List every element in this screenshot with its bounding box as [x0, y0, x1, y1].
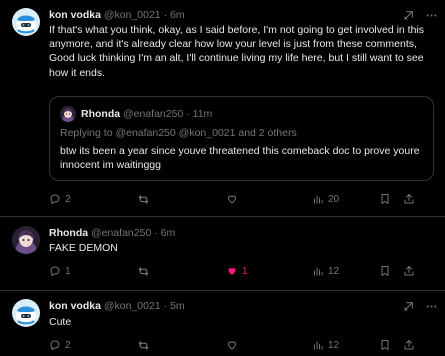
quote-avatar: [60, 106, 76, 122]
repost-icon: [137, 339, 150, 352]
author-name[interactable]: kon vodka: [49, 300, 101, 312]
replying-to: Replying to @enafan250 @kon_0021 and 2 o…: [60, 127, 297, 139]
grok-icon[interactable]: [402, 300, 415, 313]
separator-dot: ·: [163, 9, 168, 21]
avatar[interactable]: [12, 226, 40, 254]
post-header: Rhonda @enafan250 · 6m: [49, 226, 175, 240]
author-handle[interactable]: @enafan250: [91, 227, 151, 239]
share-button[interactable]: [403, 339, 415, 351]
avatar[interactable]: [12, 299, 40, 327]
post-text: If that's what you think, okay, as I sai…: [49, 24, 425, 79]
reply-icon: [49, 339, 61, 351]
bookmark-button[interactable]: [379, 265, 391, 277]
like-icon: [226, 339, 238, 351]
reply-count: 2: [65, 193, 71, 205]
avatar-kon-icon: [12, 8, 40, 36]
bookmark-icon: [379, 193, 391, 205]
repost-button[interactable]: [137, 265, 154, 278]
avatar-kon-icon: [12, 299, 40, 327]
avatar[interactable]: [12, 8, 40, 36]
action-bar: 2 20: [49, 193, 429, 209]
action-bar: 1 1 12: [49, 265, 429, 281]
author-handle[interactable]: @kon_0021: [104, 9, 161, 21]
share-button[interactable]: [403, 193, 415, 205]
post-menu: [402, 300, 438, 313]
share-icon: [403, 193, 415, 205]
more-icon[interactable]: [425, 9, 438, 22]
views-count: 12: [328, 339, 340, 351]
author-handle[interactable]: @kon_0021: [104, 300, 161, 312]
post-text: FAKE DEMON: [49, 242, 118, 254]
separator-dot: ·: [154, 227, 158, 239]
reply-count: 1: [65, 265, 71, 277]
reply-count: 2: [65, 339, 71, 351]
reply-button[interactable]: 2: [49, 193, 71, 205]
share-button[interactable]: [403, 265, 415, 277]
reply-icon: [49, 193, 61, 205]
more-icon[interactable]: [425, 300, 438, 313]
repost-button[interactable]: [137, 193, 154, 206]
like-button[interactable]: 1: [226, 265, 248, 277]
avatar-rhonda-icon: [12, 226, 40, 254]
views-count: 12: [328, 265, 340, 277]
quote-author-name: Rhonda: [81, 108, 121, 120]
bookmark-button[interactable]: [379, 339, 391, 351]
post-header: kon vodka @kon_0021 · 6m: [49, 8, 185, 22]
reply-button[interactable]: 2: [49, 339, 71, 351]
bookmark-icon: [379, 339, 391, 351]
repost-button[interactable]: [137, 339, 154, 352]
timestamp[interactable]: 5m: [170, 300, 185, 312]
avatar-rhonda-icon: [60, 106, 76, 122]
views-button[interactable]: 12: [312, 265, 339, 277]
share-icon: [403, 339, 415, 351]
quote-text: btw its been a year since youve threaten…: [60, 145, 420, 172]
post-rhonda[interactable]: Rhonda @enafan250 · 6m FAKE DEMON 1 1 12: [0, 217, 445, 290]
separator-dot: ·: [186, 108, 190, 120]
like-count: 1: [242, 265, 248, 277]
quoted-post[interactable]: Rhonda @enafan250 · 11m Replying to @ena…: [49, 96, 434, 181]
bookmark-button[interactable]: [379, 193, 391, 205]
views-button[interactable]: 12: [312, 339, 339, 351]
repost-icon: [137, 193, 150, 206]
post-kon-1[interactable]: kon vodka @kon_0021 · 6m If that's what …: [0, 0, 445, 216]
views-icon: [312, 193, 324, 205]
like-button[interactable]: [226, 339, 242, 351]
post-header: kon vodka @kon_0021 · 5m: [49, 299, 185, 313]
like-button[interactable]: [226, 193, 242, 205]
share-icon: [403, 265, 415, 277]
author-name[interactable]: kon vodka: [49, 9, 101, 21]
views-icon: [312, 265, 324, 277]
post-kon-2[interactable]: kon vodka @kon_0021 · 5m Cute 2 12: [0, 291, 445, 356]
timestamp[interactable]: 6m: [170, 9, 185, 21]
reply-button[interactable]: 1: [49, 265, 71, 277]
quote-author-handle: @enafan250: [123, 108, 184, 120]
grok-icon[interactable]: [402, 9, 415, 22]
repost-icon: [137, 265, 150, 278]
action-bar: 2 12: [49, 339, 429, 355]
bookmark-icon: [379, 265, 391, 277]
reply-icon: [49, 265, 61, 277]
quote-header: Rhonda @enafan250 · 11m: [81, 107, 212, 121]
post-text: Cute: [49, 316, 72, 328]
post-menu: [402, 9, 438, 22]
separator-dot: ·: [163, 300, 168, 312]
quote-timestamp: 11m: [192, 108, 213, 120]
like-filled-icon: [226, 265, 238, 277]
timestamp[interactable]: 6m: [161, 227, 176, 239]
views-button[interactable]: 20: [312, 193, 339, 205]
views-count: 20: [328, 193, 340, 205]
views-icon: [312, 339, 324, 351]
like-icon: [226, 193, 238, 205]
author-name[interactable]: Rhonda: [49, 227, 88, 239]
